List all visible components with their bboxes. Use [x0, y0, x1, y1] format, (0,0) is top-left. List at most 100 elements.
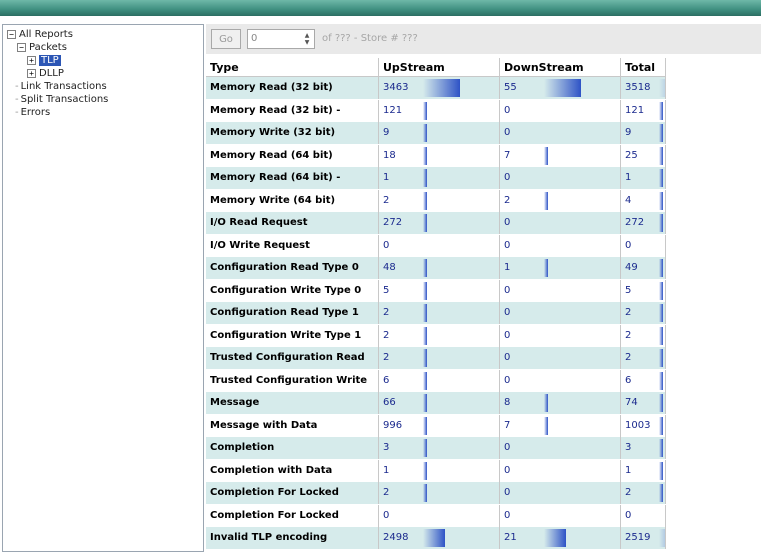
upstream-cell: 9: [379, 122, 500, 144]
total-cell: 2: [621, 347, 666, 369]
value-bar: [423, 259, 427, 277]
upstream-cell-value: 1: [383, 464, 390, 476]
upstream-cell-value: 9: [383, 127, 390, 138]
downstream-cell-value: 0: [504, 284, 511, 296]
value-bar: [423, 349, 427, 367]
column-header-downstream[interactable]: DownStream: [500, 58, 621, 77]
value-bar: [423, 416, 427, 435]
page-spinner[interactable]: 0 ▲ ▼: [247, 29, 315, 49]
table-row[interactable]: Memory Read (32 bit) 3463 55 3518: [206, 77, 666, 99]
total-cell-value: 2: [625, 352, 632, 363]
tree-node-all-reports[interactable]: − All Reports: [7, 29, 73, 41]
downstream-cell-value: 0: [504, 104, 511, 116]
total-cell: 1003: [621, 414, 666, 437]
downstream-cell: 0: [500, 279, 621, 302]
total-cell-value: 2: [625, 307, 632, 318]
downstream-cell: 0: [500, 437, 621, 459]
collapse-icon[interactable]: −: [7, 29, 16, 39]
value-bar: [659, 484, 663, 502]
total-cell-value: 2: [625, 329, 632, 341]
tree-label-packets: Packets: [29, 42, 67, 53]
table-row[interactable]: Message 66 8 74: [206, 392, 666, 414]
upstream-cell: 272: [379, 212, 500, 234]
downstream-cell: 21: [500, 527, 621, 549]
upstream-cell: 5: [379, 279, 500, 302]
total-cell: 0: [621, 504, 666, 527]
table-row[interactable]: Invalid TLP encoding 2498 21 2519: [206, 527, 666, 549]
downstream-cell-value: 0: [504, 329, 511, 341]
total-cell: 2519: [621, 527, 666, 549]
table-row[interactable]: Configuration Read Type 1 2 0 2: [206, 302, 666, 324]
total-cell: 9: [621, 122, 666, 144]
downstream-cell-value: 0: [504, 487, 511, 498]
value-bar: [423, 146, 427, 165]
table-row[interactable]: Completion with Data 1 0 1: [206, 459, 666, 482]
value-bar: [423, 304, 427, 322]
total-cell: 49: [621, 257, 666, 279]
upstream-cell: 48: [379, 257, 500, 279]
table-row[interactable]: Configuration Read Type 0 48 1 49: [206, 257, 666, 279]
table-row[interactable]: Memory Read (64 bit) - 1 0 1: [206, 167, 666, 189]
type-cell: Invalid TLP encoding: [206, 527, 379, 549]
downstream-cell: 7: [500, 144, 621, 167]
value-bar: [659, 146, 663, 165]
upstream-cell-value: 2498: [383, 532, 409, 543]
table-row[interactable]: Completion For Locked 2 0 2: [206, 482, 666, 504]
table-row[interactable]: Memory Read (64 bit) 18 7 25: [206, 144, 666, 167]
upstream-cell-value: 2: [383, 194, 390, 206]
downstream-cell: 2: [500, 189, 621, 212]
column-header-upstream[interactable]: UpStream: [379, 58, 500, 77]
upstream-cell: 2: [379, 482, 500, 504]
value-bar: [544, 394, 548, 412]
tree-node-link-transactions[interactable]: - Link Transactions: [15, 81, 107, 93]
table-row[interactable]: Completion 3 0 3: [206, 437, 666, 459]
tree-label-errors: Errors: [20, 107, 51, 118]
table-row[interactable]: Configuration Write Type 0 5 0 5: [206, 279, 666, 302]
downstream-cell-value: 21: [504, 532, 517, 543]
value-bar: [659, 169, 663, 187]
tree-node-dllp[interactable]: + DLLP: [27, 68, 64, 80]
value-bar: [423, 169, 427, 187]
downstream-cell-value: 0: [504, 239, 511, 251]
type-cell: Memory Read (32 bit): [206, 77, 379, 99]
table-row[interactable]: Completion For Locked 0 0 0: [206, 504, 666, 527]
table-row[interactable]: Trusted Configuration Write 6 0 6: [206, 369, 666, 392]
downstream-cell-value: 7: [504, 419, 511, 431]
tree-node-errors[interactable]: - Errors: [15, 107, 50, 119]
table-row[interactable]: Message with Data 996 7 1003: [206, 414, 666, 437]
downstream-cell-value: 1: [504, 262, 511, 273]
column-header-total[interactable]: Total: [621, 58, 666, 77]
value-bar: [659, 101, 663, 120]
collapse-icon[interactable]: −: [17, 42, 26, 52]
value-bar: [544, 416, 548, 435]
total-cell: 1: [621, 167, 666, 189]
table-row[interactable]: I/O Write Request 0 0 0: [206, 234, 666, 257]
table-row[interactable]: Configuration Write Type 1 2 0 2: [206, 324, 666, 347]
column-header-type[interactable]: Type: [206, 58, 379, 77]
type-cell: Memory Write (64 bit): [206, 189, 379, 212]
table-row[interactable]: Memory Read (32 bit) - 121 0 121: [206, 99, 666, 122]
table-row[interactable]: Trusted Configuration Read 2 0 2: [206, 347, 666, 369]
upstream-cell: 66: [379, 392, 500, 414]
page-of-text: of ??? - Store # ???: [322, 33, 418, 44]
type-cell: Message: [206, 392, 379, 414]
expand-icon[interactable]: +: [27, 55, 36, 65]
upstream-cell-value: 272: [383, 217, 403, 228]
go-button[interactable]: Go: [211, 29, 241, 49]
tree-node-split-transactions[interactable]: - Split Transactions: [15, 94, 108, 106]
spinner-arrows-icon[interactable]: ▲ ▼: [302, 32, 312, 46]
total-cell: 1: [621, 459, 666, 482]
type-cell: Message with Data: [206, 414, 379, 437]
value-bar: [544, 79, 581, 97]
value-bar: [659, 214, 663, 232]
table-row[interactable]: Memory Write (32 bit) 9 0 9: [206, 122, 666, 144]
expand-icon[interactable]: +: [27, 68, 36, 78]
total-cell: 25: [621, 144, 666, 167]
tree-node-tlp[interactable]: + TLP: [27, 55, 61, 67]
tree-node-packets[interactable]: − Packets: [17, 42, 67, 54]
value-bar: [659, 79, 665, 97]
table-row[interactable]: Memory Write (64 bit) 2 2 4: [206, 189, 666, 212]
table-row[interactable]: I/O Read Request 272 0 272: [206, 212, 666, 234]
upstream-cell: 2: [379, 347, 500, 369]
total-cell-value: 25: [625, 149, 638, 161]
